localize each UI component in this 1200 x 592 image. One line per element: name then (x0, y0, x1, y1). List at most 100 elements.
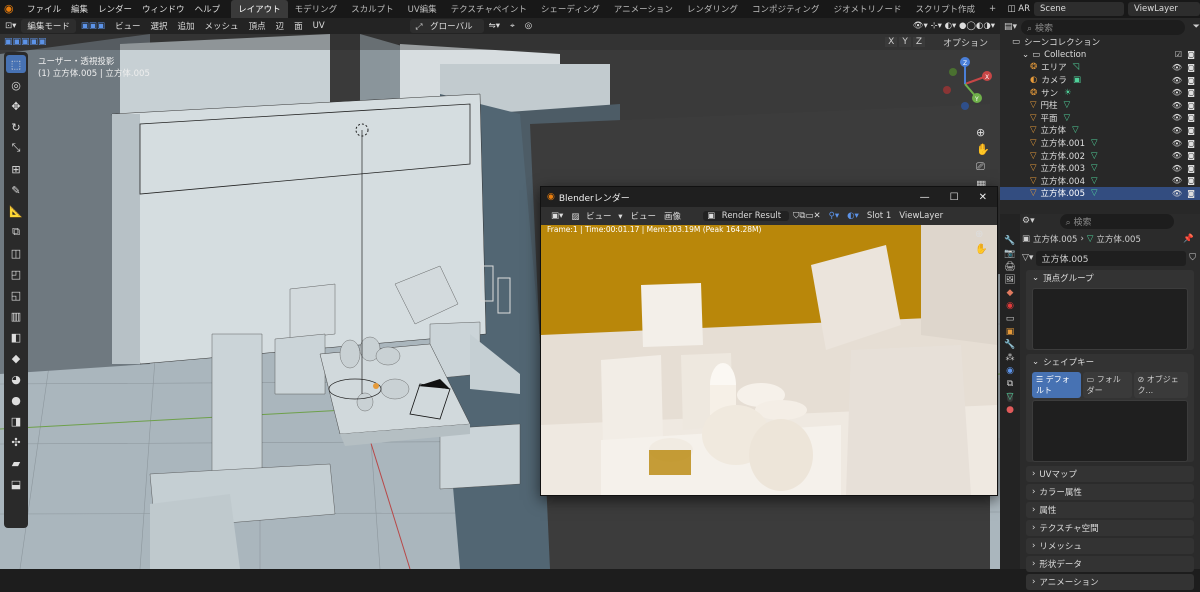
render-camera-icon[interactable]: ◙ (1187, 76, 1195, 85)
section-animation[interactable]: › アニメーション (1026, 574, 1194, 590)
image-editor-icon[interactable]: ▣▾ (547, 211, 567, 221)
render-result-selector[interactable]: ▣ Render Result (703, 211, 790, 221)
outliner-item[interactable]: ▽ 立方体.002 ▽ 👁 ◙ (1000, 149, 1200, 162)
outliner-item-selected[interactable]: ▽ 立方体.005 ▽ 👁 ◙ (1000, 187, 1200, 200)
image-action-icons[interactable]: ⛉⧉▭✕ (789, 211, 825, 221)
add-cube-tool-icon[interactable]: ⧉ (6, 223, 26, 241)
section-texture-space[interactable]: › テクスチャ空間 (1026, 520, 1194, 536)
poly-build-tool-icon[interactable]: ◆ (6, 349, 26, 367)
scale-tool-icon[interactable]: ⤡ (6, 139, 26, 157)
eye-icon[interactable]: 👁 (1172, 76, 1182, 85)
tab-rendering[interactable]: レンダリング (680, 0, 745, 18)
render-camera-icon[interactable]: ◙ (1187, 113, 1195, 122)
viewlayer-selector-render[interactable]: ViewLayer (895, 211, 947, 221)
vertex-groups-list[interactable] (1032, 288, 1188, 350)
render-camera-icon[interactable]: ◙ (1187, 63, 1195, 72)
render-camera-icon[interactable]: ◙ (1187, 101, 1195, 110)
render-tab-icon[interactable]: 📷 (1004, 249, 1015, 259)
modifier-tab-icon[interactable]: 🔧 (1004, 340, 1015, 350)
section-color-attributes[interactable]: › カラー属性 (1026, 484, 1194, 500)
inset-tool-icon[interactable]: ◰ (6, 265, 26, 283)
options-dropdown[interactable]: オプション (943, 36, 988, 49)
shape-tab-default[interactable]: ☰ デフォルト (1032, 372, 1081, 398)
tab-texture-paint[interactable]: テクスチャペイント (444, 0, 534, 18)
bevel-tool-icon[interactable]: ◱ (6, 286, 26, 304)
constraints-tab-icon[interactable]: ⧉ (1007, 379, 1013, 389)
fake-user-icon[interactable]: ⛉ (1189, 253, 1196, 263)
collection-tab-icon[interactable]: ▭ (1006, 314, 1015, 324)
add-workspace-button[interactable]: + (982, 1, 1003, 17)
physics-tab-icon[interactable]: ◉ (1006, 366, 1014, 376)
menu-uv[interactable]: UV (308, 21, 330, 31)
zoom-icon[interactable]: ⊕ (976, 126, 990, 139)
outliner-search[interactable]: ⌕ 検索 (1021, 19, 1185, 35)
eye-icon[interactable]: 👁 (1172, 164, 1182, 173)
extrude-tool-icon[interactable]: ◫ (6, 244, 26, 262)
eye-icon[interactable]: 👁 (1172, 139, 1182, 148)
outliner-item[interactable]: ▽ 平面 ▽ 👁 ◙ (1000, 112, 1200, 125)
tab-compositing[interactable]: コンポジティング (745, 0, 827, 18)
loop-cut-tool-icon[interactable]: ▥ (6, 307, 26, 325)
outliner-item[interactable]: ▽ 円柱 ▽ 👁 ◙ (1000, 99, 1200, 112)
transform-orientation[interactable]: ⤢ グローバル (409, 19, 484, 33)
rip-tool-icon[interactable]: ⬓ (6, 475, 26, 493)
gizmo-toggle-icon[interactable]: ⚲▾ (825, 211, 844, 221)
axis-x[interactable]: X (885, 37, 898, 47)
smooth-tool-icon[interactable]: ● (6, 391, 26, 409)
section-remesh[interactable]: › リメッシュ (1026, 538, 1194, 554)
outliner-item[interactable]: ❂ エリア ◹ 👁 ◙ (1000, 61, 1200, 74)
editor-type-icon[interactable]: ⊡▾ (0, 21, 21, 31)
properties-editor-icon[interactable]: ⚙▾ (1022, 216, 1035, 226)
cursor-tool-icon[interactable]: ◎ (6, 76, 26, 94)
pivot-icon[interactable]: ⇋▾ (484, 21, 505, 31)
scene-tab-icon[interactable]: ◆ (1007, 288, 1014, 298)
maximize-icon[interactable]: ☐ (950, 192, 959, 203)
rotate-tool-icon[interactable]: ↻ (6, 118, 26, 136)
view-layer-tab-icon[interactable]: 🖼 (1004, 275, 1015, 285)
axis-z[interactable]: Z (912, 37, 925, 47)
shape-tab-folder[interactable]: ▭ フォルダー (1082, 372, 1132, 398)
menu-edge[interactable]: 辺 (271, 20, 290, 32)
camera-render-icon[interactable]: ◙ (1187, 50, 1195, 59)
transform-tool-icon[interactable]: ⊞ (6, 160, 26, 178)
outliner-item[interactable]: ▽ 立方体 ▽ 👁 ◙ (1000, 124, 1200, 137)
render-camera-icon[interactable]: ◙ (1187, 176, 1195, 185)
properties-search[interactable]: ⌕ 検索 (1059, 213, 1174, 229)
select-tool-icon[interactable]: ⬚ (6, 55, 26, 73)
hand-pan-icon[interactable]: ✋ (976, 143, 990, 156)
collection-expand-icon[interactable]: ⌄ (1022, 50, 1029, 60)
menu-render[interactable]: レンダー (93, 3, 137, 15)
annotate-tool-icon[interactable]: ✎ (6, 181, 26, 199)
eye-icon[interactable]: 👁 (1172, 113, 1182, 122)
menu-view-render[interactable]: ビュー (627, 210, 661, 222)
blender-logo-icon[interactable]: ◉ (4, 2, 18, 16)
render-camera-icon[interactable]: ◙ (1187, 126, 1195, 135)
shear-tool-icon[interactable]: ▰ (6, 454, 26, 472)
eye-icon[interactable]: 👁 (1172, 176, 1182, 185)
eye-icon[interactable]: 👁 (1172, 88, 1182, 97)
menu-face[interactable]: 面 (289, 20, 308, 32)
knife-tool-icon[interactable]: ◧ (6, 328, 26, 346)
eye-icon[interactable]: 👁 (1172, 63, 1182, 72)
collection-row[interactable]: ⌄ ▭ Collection ☑ ◙ (1000, 49, 1200, 62)
scene-selector[interactable]: Scene (1034, 2, 1124, 16)
mode-dropdown[interactable]: 編集モード (21, 19, 76, 33)
select-box-icons[interactable]: ▣▣▣▣▣ (4, 37, 47, 47)
eye-icon[interactable]: 👁 (1172, 126, 1182, 135)
menu-edit[interactable]: 編集 (66, 3, 93, 15)
material-tab-icon[interactable]: ● (1006, 405, 1014, 415)
spin-tool-icon[interactable]: ◕ (6, 370, 26, 388)
menu-image[interactable]: 画像 (660, 210, 685, 222)
outliner-item[interactable]: ▽ 立方体.003 ▽ 👁 ◙ (1000, 162, 1200, 175)
close-icon[interactable]: ✕ (979, 192, 987, 203)
collection-checkbox-icon[interactable]: ☑ (1175, 50, 1182, 59)
section-attributes[interactable]: › 属性 (1026, 502, 1194, 518)
object-tab-icon[interactable]: ▣ (1006, 327, 1015, 337)
render-camera-icon[interactable]: ◙ (1187, 151, 1195, 160)
tab-layout[interactable]: レイアウト (231, 0, 288, 18)
overlay-icons[interactable]: 👁▾ ⊹▾ ◐▾ ●◯◐◑▾ (908, 21, 1000, 31)
menu-add[interactable]: 追加 (173, 20, 200, 32)
eye-icon[interactable]: 👁 (1172, 101, 1182, 110)
tab-sculpt[interactable]: スカルプト (344, 0, 401, 18)
menu-help[interactable]: ヘルプ (190, 3, 226, 15)
